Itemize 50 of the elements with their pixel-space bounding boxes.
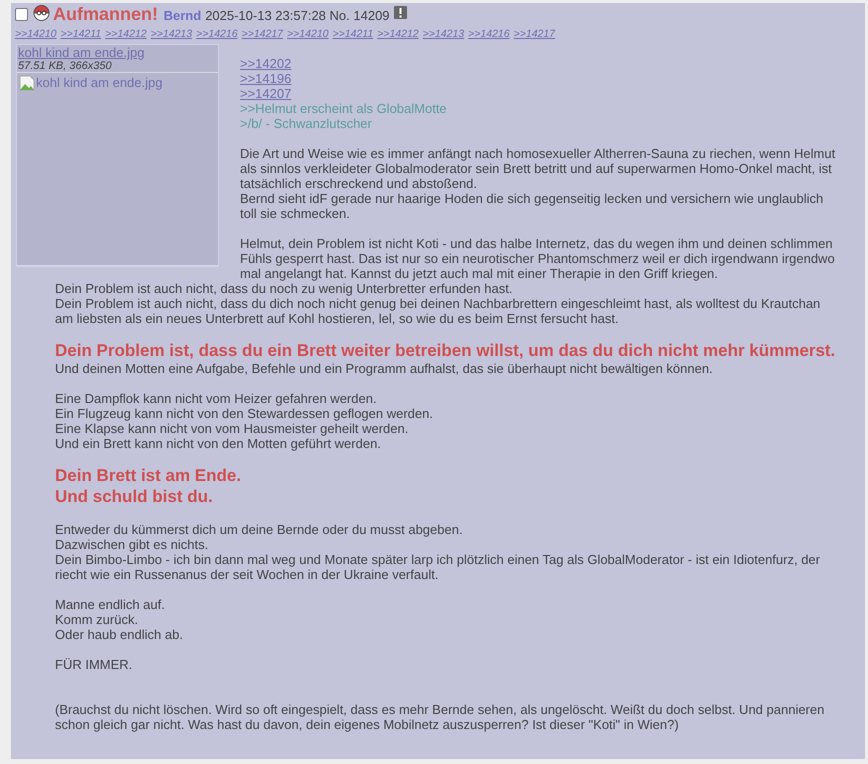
post-text: Dein Problem ist auch nicht, dass du dich noch nicht genug bei deinen Nachbarbrettern eingeschleimt hast, als wolltest du Krautchan am liebsten als ein neues Unterbrett auf Kohl hostieren, lel, so wie du es beim Ernst fersucht hast. xyxy=(55,296,822,326)
report-icon[interactable] xyxy=(394,6,407,19)
post-text: FÜR IMMER. xyxy=(55,657,134,672)
broken-image-icon xyxy=(19,75,35,91)
post-heading: Und schuld bist du. xyxy=(55,487,214,507)
post-heading: Dein Brett ist am Ende. xyxy=(55,466,242,486)
post-text: Entweder du kümmerst dich um deine Bernde oder du musst abgeben. xyxy=(55,522,464,537)
quote-text: >/b/ - Schwanzlutscher xyxy=(239,116,373,131)
post-text: Helmut, dein Problem ist nicht Koti - und das halbe Internetz, das du wegen ihm und deinen schlimmen Fühls gesperrt hast. Das ist nur so ein neurotischer Phantomschmerz weil er dich irgendwann irgendwo mal angelangt hat. Kannst du jetzt auch mal mit einer Therapie in den Griff kriegen. xyxy=(239,236,836,281)
backlink[interactable]: >>14211 xyxy=(332,28,374,40)
file-name-link[interactable]: kohl kind am ende.jpg xyxy=(18,45,144,60)
backlink[interactable]: >>14216 xyxy=(196,28,238,40)
backlink[interactable]: >>14217 xyxy=(514,28,556,40)
post-date: 2025-10-13 23:57:28 xyxy=(205,8,326,23)
post-text: Eine Dampflok kann nicht vom Heizer gefahren werden. xyxy=(55,391,378,406)
file-info: 57.51 KB, 366x350 xyxy=(18,60,113,72)
backlink[interactable]: >>14216 xyxy=(468,28,510,40)
image-placeholder[interactable]: kohl kind am ende.jpg xyxy=(17,72,218,266)
backlink[interactable]: >>14212 xyxy=(377,28,419,40)
post-text: Bernd sieht idF gerade nur haarige Hoden die sich gegenseitig lecken und versichern wie unglaublich toll sie schmecken. xyxy=(239,191,824,221)
post-text: Oder haub endlich ab. xyxy=(55,627,184,642)
backlink[interactable]: >>14212 xyxy=(105,28,147,40)
ball-icon xyxy=(33,5,50,21)
post-number[interactable]: No. 14209 xyxy=(330,8,390,23)
post-text: Eine Klapse kann nicht von vom Hausmeister geheilt werden. xyxy=(55,421,410,436)
backlink[interactable]: >>14210 xyxy=(287,28,328,40)
quote-text: >>Helmut erscheint als GlobalMotte xyxy=(239,101,448,116)
post-text: Und deinen Motten eine Aufgabe, Befehle und ein Programm aufhalst, das sie überhaupt nicht bewältigen können. xyxy=(55,361,714,376)
post-subject: Aufmannen! xyxy=(53,4,158,24)
poster-name: Bernd xyxy=(164,8,202,23)
backlink[interactable]: >>14210 xyxy=(15,28,56,40)
backlink[interactable]: >>14217 xyxy=(242,28,284,40)
post-text: Die Art und Weise wie es immer anfängt nach homosexueller Altherren-Sauna zu riechen, wenn Helmut als sinnlos verkleideter Globalmoderator sein Brett betritt und auf superwarmen Homo-Onkel macht, ist tatsächlich erschreckend und abstoßend. xyxy=(239,146,836,191)
backlink[interactable]: >>14213 xyxy=(422,28,464,40)
reply-link[interactable]: >>14196 xyxy=(240,71,292,86)
post-text: Dein Problem ist auch nicht, dass du noch zu wenig Unterbretter erfunden hast. xyxy=(55,281,514,296)
select-checkbox[interactable] xyxy=(15,8,28,21)
post-text: (Brauchst du nicht löschen. Wird so oft eingespielt, dass es mehr Bernde sehen, als ungelöscht. Weißt du doch selbst. Und pannieren schon gleich gar nicht. Was hast du davon, dein eigenes Mobilnetz auszusperren? Ist dieser "Koti" in Wien?) xyxy=(55,702,826,732)
post-text: Ein Flugzeug kann nicht von den Stewardessen geflogen werden. xyxy=(55,406,434,421)
backlink[interactable]: >>14213 xyxy=(150,28,192,40)
backlink[interactable]: >>14211 xyxy=(60,28,102,40)
post-heading: Dein Problem ist, dass du ein Brett weiter betreiben willst, um das du dich nicht mehr kümmerst. xyxy=(55,341,836,361)
post-text: Und ein Brett kann nicht von den Motten geführt werden. xyxy=(55,436,382,451)
post-text: Dazwischen gibt es nichts. xyxy=(55,537,210,552)
post-text: Komm zurück. xyxy=(55,612,140,627)
reply-link[interactable]: >>14207 xyxy=(240,86,292,101)
post-text: Dein Bimbo-Limbo - ich bin dann mal weg und Monate später larp ich plötzlich einen Tag als GlobalModerator - ist ein Idiotenfurz, der riecht wie ein Russenanus der seit Wochen in der Ukraine verfault. xyxy=(55,552,821,582)
reply-link[interactable]: >>14202 xyxy=(240,56,292,71)
image-alt-text: kohl kind am ende.jpg xyxy=(36,75,162,90)
post-text: Manne endlich auf. xyxy=(55,597,166,612)
